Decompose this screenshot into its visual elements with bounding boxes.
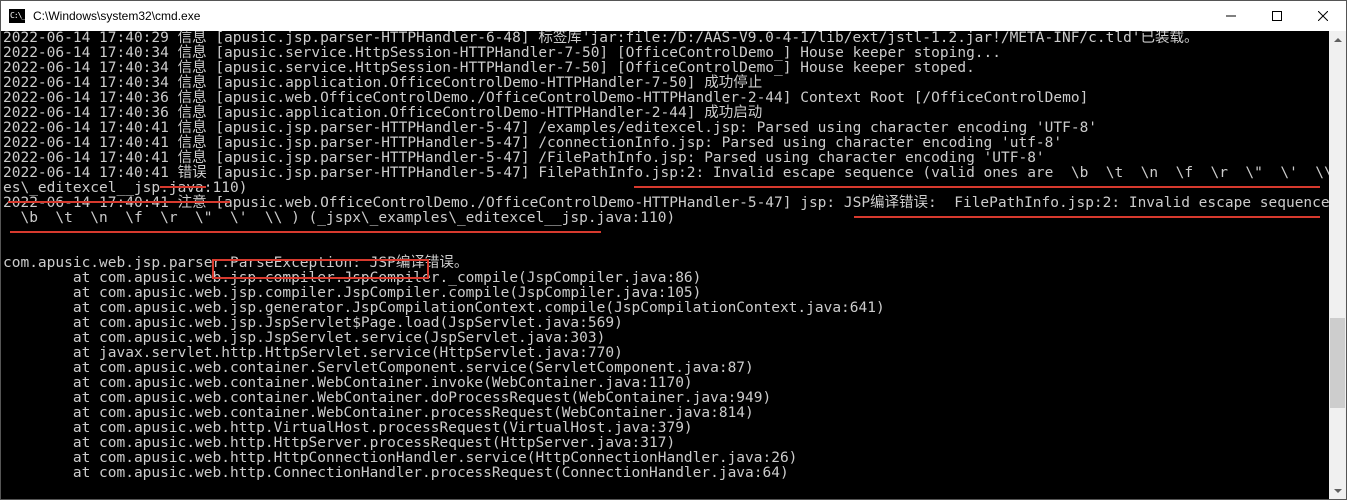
console-line: at com.apusic.web.jsp.compiler.JspCompil… [3,271,1344,286]
console-line: 2022-06-14 17:40:36 信息 [apusic.web.Offic… [3,91,1344,106]
console-line: at com.apusic.web.http.HttpConnectionHan… [3,451,1344,466]
console-line: at com.apusic.web.jsp.generator.JspCompi… [3,301,1344,316]
close-icon [1318,11,1328,21]
cmd-window: C:\Windows\system32\cmd.exe 2022-06-14 1… [0,0,1347,500]
console-line [3,226,1344,241]
minimize-icon [1226,11,1236,21]
scrollbar-track[interactable] [1329,48,1346,482]
console-area[interactable]: 2022-06-14 17:40:29 信息 [apusic.jsp.parse… [1,31,1346,499]
console-line: 2022-06-14 17:40:34 信息 [apusic.service.H… [3,46,1344,61]
console-line: at com.apusic.web.container.WebContainer… [3,406,1344,421]
console-line: at com.apusic.web.jsp.compiler.JspCompil… [3,286,1344,301]
console-text-block: 2022-06-14 17:40:29 信息 [apusic.jsp.parse… [1,31,1346,481]
console-line: 2022-06-14 17:40:29 信息 [apusic.jsp.parse… [3,31,1344,46]
console-line: at com.apusic.web.container.WebContainer… [3,376,1344,391]
cmd-icon [9,9,25,23]
console-line: 2022-06-14 17:40:41 信息 [apusic.jsp.parse… [3,121,1344,136]
titlebar[interactable]: C:\Windows\system32\cmd.exe [1,1,1346,32]
console-line: 2022-06-14 17:40:41 信息 [apusic.jsp.parse… [3,136,1344,151]
console-line: 2022-06-14 17:40:34 信息 [apusic.applicati… [3,76,1344,91]
console-line: com.apusic.web.jsp.parser.ParseException… [3,256,1344,271]
vertical-scrollbar[interactable] [1329,31,1346,499]
maximize-icon [1272,11,1282,21]
console-line: es\_editexcel__jsp.java:110) [3,181,1344,196]
console-line: at com.apusic.web.http.ConnectionHandler… [3,466,1344,481]
console-line: \b \t \n \f \r \" \' \\ ) (_jspx\_exampl… [3,211,1344,226]
scroll-up-button[interactable] [1329,31,1346,48]
console-line [3,241,1344,256]
console-line: 2022-06-14 17:40:41 注意 [apusic.web.Offic… [3,196,1344,211]
chevron-down-icon [1334,487,1342,495]
close-button[interactable] [1300,1,1346,31]
scrollbar-thumb[interactable] [1330,318,1345,408]
console-line: 2022-06-14 17:40:41 信息 [apusic.jsp.parse… [3,151,1344,166]
console-line: 2022-06-14 17:40:41 错误 [apusic.jsp.parse… [3,166,1344,181]
console-line: at com.apusic.web.http.HttpServer.proces… [3,436,1344,451]
console-line: at javax.servlet.http.HttpServlet.servic… [3,346,1344,361]
chevron-up-icon [1334,36,1342,44]
maximize-button[interactable] [1254,1,1300,31]
console-line: 2022-06-14 17:40:36 信息 [apusic.applicati… [3,106,1344,121]
console-line: at com.apusic.web.jsp.JspServlet.service… [3,331,1344,346]
console-line: at com.apusic.web.jsp.JspServlet$Page.lo… [3,316,1344,331]
console-line: at com.apusic.web.http.VirtualHost.proce… [3,421,1344,436]
minimize-button[interactable] [1208,1,1254,31]
window-title: C:\Windows\system32\cmd.exe [33,9,200,23]
console-line: 2022-06-14 17:40:34 信息 [apusic.service.H… [3,61,1344,76]
console-line: at com.apusic.web.container.WebContainer… [3,391,1344,406]
scroll-down-button[interactable] [1329,482,1346,499]
console-line: at com.apusic.web.container.ServletCompo… [3,361,1344,376]
